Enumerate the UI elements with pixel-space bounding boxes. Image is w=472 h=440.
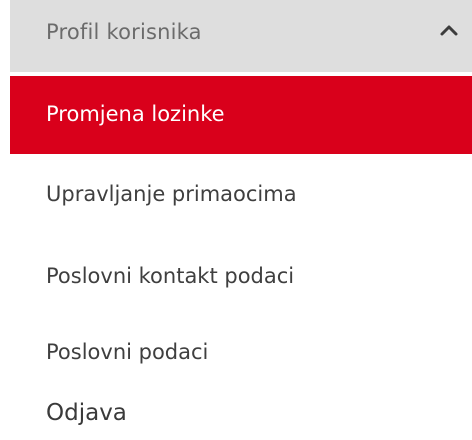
profile-menu: Profil korisnika Promjena lozinke Upravl…: [0, 0, 472, 440]
menu-item-label: Promjena lozinke: [46, 102, 225, 126]
menu-item-change-password[interactable]: Promjena lozinke: [10, 76, 472, 154]
menu-item-business-data[interactable]: Poslovni podaci: [10, 328, 472, 384]
menu-item-business-contact-data[interactable]: Poslovni kontakt podaci: [10, 244, 472, 326]
menu-item-manage-recipients[interactable]: Upravljanje primaocima: [10, 160, 472, 242]
menu-item-label: Poslovni podaci: [46, 340, 209, 364]
menu-item-label: Odjava: [46, 400, 127, 426]
menu-item-label: Poslovni kontakt podaci: [46, 264, 295, 288]
profile-menu-title: Profil korisnika: [46, 20, 202, 44]
chevron-up-icon[interactable]: [438, 22, 460, 38]
menu-item-label: Upravljanje primaocima: [46, 182, 297, 206]
profile-menu-header[interactable]: Profil korisnika: [10, 0, 472, 72]
menu-item-logout[interactable]: Odjava: [10, 388, 472, 440]
